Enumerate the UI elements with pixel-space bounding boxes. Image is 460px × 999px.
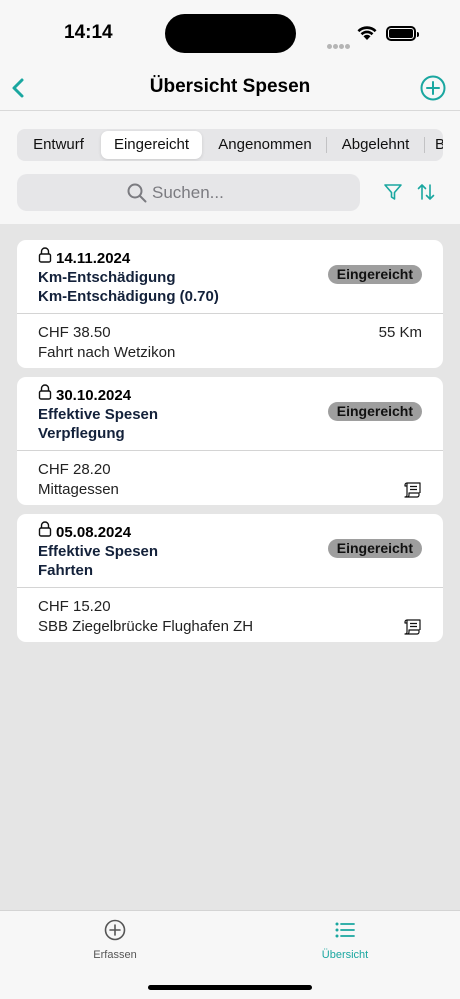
wifi-icon bbox=[357, 26, 377, 40]
expense-card[interactable]: 14.11.2024 Km-Entschädigung Km-Entschädi… bbox=[17, 240, 443, 368]
receipt-icon bbox=[404, 482, 421, 498]
expense-card-header: 30.10.2024 Effektive Spesen Verpflegung … bbox=[17, 377, 443, 451]
segment-entwurf[interactable]: Entwurf bbox=[19, 131, 98, 159]
status-bar: 14:14 bbox=[0, 0, 460, 66]
expense-distance: 55 Km bbox=[378, 324, 422, 341]
expense-category: Fahrten bbox=[38, 562, 94, 579]
expense-category: Verpflegung bbox=[38, 425, 125, 442]
segment-more[interactable]: B bbox=[435, 131, 443, 159]
expense-date: 30.10.2024 bbox=[56, 387, 132, 404]
expense-type: Effektive Spesen bbox=[38, 543, 159, 560]
expense-card-body: CHF 28.20 Mittagessen bbox=[17, 451, 443, 505]
expense-type: Km-Entschädigung bbox=[38, 269, 176, 286]
sort-icon[interactable] bbox=[416, 183, 436, 201]
expense-amount: CHF 28.20 bbox=[38, 461, 111, 478]
expense-amount: CHF 38.50 bbox=[38, 324, 111, 341]
status-badge: Eingereicht bbox=[327, 539, 422, 558]
home-indicator bbox=[148, 985, 312, 990]
expense-amount: CHF 15.20 bbox=[38, 598, 111, 615]
search-field[interactable]: Suchen... bbox=[17, 174, 360, 211]
page-title: Übersicht Spesen bbox=[149, 76, 311, 97]
segment-divider bbox=[326, 137, 327, 153]
segment-eingereicht[interactable]: Eingereicht bbox=[101, 131, 202, 159]
battery-icon bbox=[386, 26, 419, 41]
expense-card-header: 14.11.2024 Km-Entschädigung Km-Entschädi… bbox=[17, 240, 443, 314]
segment-divider bbox=[424, 137, 425, 153]
segment-abgelehnt[interactable]: Abgelehnt bbox=[329, 131, 422, 159]
dynamic-island bbox=[165, 14, 296, 53]
expense-card-body: CHF 38.50 55 Km Fahrt nach Wetzikon bbox=[17, 314, 443, 368]
expense-description: SBB Ziegelbrücke Flughafen ZH bbox=[38, 618, 254, 635]
status-badge: Eingereicht bbox=[327, 402, 422, 421]
expense-card-header: 05.08.2024 Effektive Spesen Fahrten Eing… bbox=[17, 514, 443, 588]
search-icon bbox=[127, 183, 147, 203]
status-time: 14:14 bbox=[64, 22, 113, 43]
tab-erfassen-label: Erfassen bbox=[93, 949, 137, 961]
lock-icon bbox=[38, 384, 52, 400]
segment-angenommen[interactable]: Angenommen bbox=[207, 131, 323, 159]
status-segmented-control: Entwurf Eingereicht Angenommen Abgelehnt… bbox=[17, 129, 443, 161]
expense-type: Effektive Spesen bbox=[38, 406, 159, 423]
tab-erfassen[interactable]: Erfassen bbox=[60, 919, 170, 961]
expense-category: Km-Entschädigung (0.70) bbox=[38, 288, 219, 305]
add-expense-icon[interactable] bbox=[419, 74, 447, 102]
lock-icon bbox=[38, 521, 52, 537]
plus-circle-icon bbox=[104, 919, 126, 941]
expense-date: 05.08.2024 bbox=[56, 524, 132, 541]
filter-icon[interactable] bbox=[383, 183, 403, 201]
filter-header: Entwurf Eingereicht Angenommen Abgelehnt… bbox=[0, 111, 460, 224]
expense-card-body: CHF 15.20 SBB Ziegelbrücke Flughafen ZH bbox=[17, 588, 443, 642]
lock-icon bbox=[38, 247, 52, 263]
expense-description: Fahrt nach Wetzikon bbox=[38, 344, 176, 361]
tab-uebersicht[interactable]: Übersicht bbox=[290, 919, 400, 961]
expense-card[interactable]: 30.10.2024 Effektive Spesen Verpflegung … bbox=[17, 377, 443, 505]
cellular-signal-icon bbox=[327, 36, 351, 54]
expense-date: 14.11.2024 bbox=[56, 250, 131, 267]
expense-card[interactable]: 05.08.2024 Effektive Spesen Fahrten Eing… bbox=[17, 514, 443, 642]
tab-uebersicht-label: Übersicht bbox=[321, 949, 369, 961]
status-badge: Eingereicht bbox=[327, 265, 422, 284]
search-placeholder: Suchen... bbox=[152, 183, 224, 202]
list-icon bbox=[335, 922, 355, 938]
receipt-icon bbox=[404, 619, 421, 635]
navigation-bar: Übersicht Spesen bbox=[0, 66, 460, 111]
expense-description: Mittagessen bbox=[38, 481, 119, 498]
